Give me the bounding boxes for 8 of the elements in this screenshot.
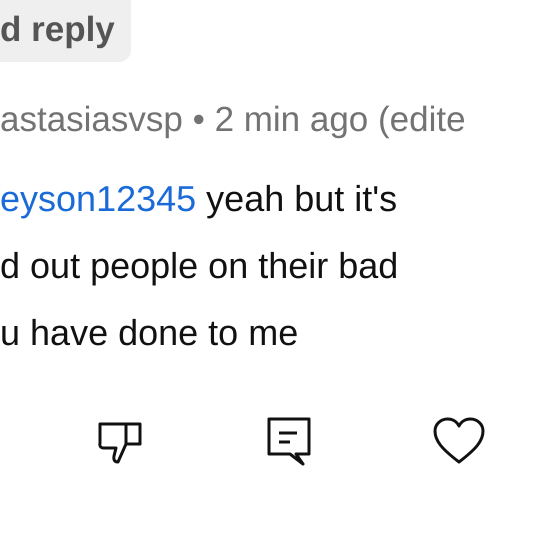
comment-text: u have done to me — [0, 311, 300, 355]
comment-text: eyson12345 yeah but it's — [0, 177, 398, 221]
comment-icon[interactable] — [266, 416, 312, 466]
mention-link[interactable]: eyson12345 — [0, 178, 196, 219]
heart-icon[interactable] — [432, 417, 486, 465]
reply-button[interactable]: d reply — [0, 0, 131, 62]
comment-text: d out people on their bad — [0, 244, 400, 288]
comment-meta: astasiasvsp • 2 min ago (edite — [0, 99, 467, 141]
